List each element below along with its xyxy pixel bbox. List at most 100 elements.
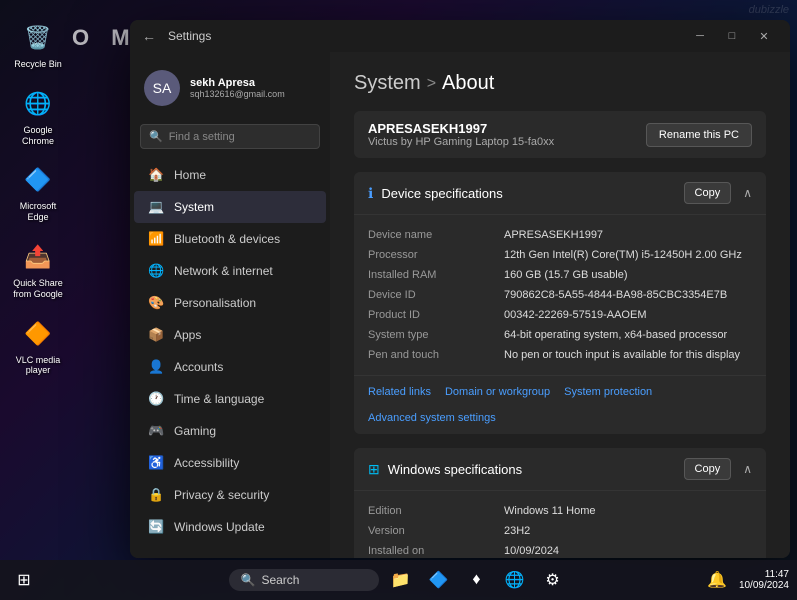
sidebar-item-network[interactable]: 🌐 Network & internet	[134, 255, 326, 287]
window-title: Settings	[168, 29, 211, 43]
sidebar-item-system[interactable]: 💻 System	[134, 191, 326, 223]
window-controls: ─ □ ✕	[686, 22, 778, 50]
device-specs-title: ℹ Device specifications	[368, 185, 503, 202]
table-row: Device ID 790862C8-5A55-4844-BA98-85CBC3…	[368, 285, 752, 305]
windows-specs-title: ⊞ Windows specifications	[368, 461, 522, 478]
desktop-icon-quick-share[interactable]: 📤 Quick Share from Google	[8, 239, 68, 300]
user-profile[interactable]: SA sekh Apresa sqh132616@gmail.com	[130, 60, 330, 116]
nav-icon-accessibility: ♿	[148, 455, 164, 471]
spec-label: Device name	[368, 229, 488, 241]
main-content: System > About APRESASEKH1997 Victus by …	[330, 52, 790, 558]
icon-image-vlc: 🔶	[20, 316, 56, 352]
search-icon: 🔍	[149, 130, 163, 143]
pc-banner: APRESASEKH1997 Victus by HP Gaming Lapto…	[354, 111, 766, 158]
nav-label-gaming: Gaming	[174, 424, 216, 438]
desktop-icon-recycle-bin[interactable]: 🗑️ Recycle Bin	[8, 20, 68, 70]
nav-label-privacy: Privacy & security	[174, 488, 269, 502]
sidebar-item-accessibility[interactable]: ♿ Accessibility	[134, 447, 326, 479]
related-link-0[interactable]: Related links	[368, 386, 431, 398]
search-placeholder: Find a setting	[169, 131, 235, 143]
nav-label-windows-update: Windows Update	[174, 520, 265, 534]
nav-label-system: System	[174, 200, 214, 214]
taskbar-chrome[interactable]: 🌐	[499, 564, 531, 596]
spec-label: Pen and touch	[368, 349, 488, 361]
taskbar-file-explorer[interactable]: 📁	[385, 564, 417, 596]
sidebar-item-apps[interactable]: 📦 Apps	[134, 319, 326, 351]
table-row: Installed on 10/09/2024	[368, 541, 752, 558]
rename-pc-button[interactable]: Rename this PC	[646, 123, 752, 147]
spec-label: Edition	[368, 505, 488, 517]
nav-icon-network: 🌐	[148, 263, 164, 279]
start-button[interactable]: ⊞	[8, 564, 40, 596]
taskbar-settings[interactable]: ⚙	[537, 564, 569, 596]
sidebar-item-home[interactable]: 🏠 Home	[134, 159, 326, 191]
breadcrumb-separator: >	[427, 75, 436, 93]
table-row: Installed RAM 160 GB (15.7 GB usable)	[368, 265, 752, 285]
nav-icon-bluetooth: 📶	[148, 231, 164, 247]
related-link-3[interactable]: Advanced system settings	[368, 412, 496, 424]
taskbar-search[interactable]: 🔍 Search	[229, 569, 379, 591]
taskbar-search-icon: 🔍	[241, 573, 256, 587]
sidebar-item-time[interactable]: 🕐 Time & language	[134, 383, 326, 415]
sidebar-item-personalisation[interactable]: 🎨 Personalisation	[134, 287, 326, 319]
taskbar-left: ⊞	[8, 564, 40, 596]
icon-image-google-chrome: 🌐	[20, 86, 56, 122]
related-link-2[interactable]: System protection	[564, 386, 652, 398]
collapse-windows-specs-button[interactable]: ∧	[743, 462, 752, 476]
sidebar-item-privacy[interactable]: 🔒 Privacy & security	[134, 479, 326, 511]
table-row: System type 64-bit operating system, x64…	[368, 325, 752, 345]
user-email: sqh132616@gmail.com	[190, 89, 285, 99]
maximize-button[interactable]: □	[718, 22, 746, 50]
spec-value: APRESASEKH1997	[504, 229, 603, 241]
collapse-device-specs-button[interactable]: ∧	[743, 186, 752, 200]
settings-body: SA sekh Apresa sqh132616@gmail.com 🔍 Fin…	[130, 52, 790, 558]
nav-icon-system: 💻	[148, 199, 164, 215]
spec-value: 00342-22269-57519-AAOEM	[504, 309, 646, 321]
spec-value: 64-bit operating system, x64-based proce…	[504, 329, 727, 341]
desktop-icon-vlc[interactable]: 🔶 VLC media player	[8, 316, 68, 377]
icon-label-recycle-bin: Recycle Bin	[14, 59, 62, 70]
nav-items: 🏠 Home 💻 System 📶 Bluetooth & devices 🌐 …	[130, 159, 330, 543]
taskbar-diamond[interactable]: ♦	[461, 564, 493, 596]
taskbar-time: 11:47 10/09/2024	[739, 569, 789, 591]
table-row: Pen and touch No pen or touch input is a…	[368, 345, 752, 365]
nav-label-time: Time & language	[174, 392, 264, 406]
breadcrumb: System	[354, 72, 421, 95]
desktop-icons: 🗑️ Recycle Bin 🌐 Google Chrome 🔷 Microso…	[8, 20, 68, 376]
close-button[interactable]: ✕	[750, 22, 778, 50]
sidebar-item-accounts[interactable]: 👤 Accounts	[134, 351, 326, 383]
nav-icon-time: 🕐	[148, 391, 164, 407]
spec-value: 160 GB (15.7 GB usable)	[504, 269, 628, 281]
sidebar-item-bluetooth[interactable]: 📶 Bluetooth & devices	[134, 223, 326, 255]
table-row: Processor 12th Gen Intel(R) Core(TM) i5-…	[368, 245, 752, 265]
desktop-icon-microsoft-edge[interactable]: 🔷 Microsoft Edge	[8, 162, 68, 223]
nav-label-network: Network & internet	[174, 264, 273, 278]
sidebar-item-windows-update[interactable]: 🔄 Windows Update	[134, 511, 326, 543]
device-specs-section: ℹ Device specifications Copy ∧ Device na…	[354, 172, 766, 434]
table-row: Edition Windows 11 Home	[368, 501, 752, 521]
nav-icon-gaming: 🎮	[148, 423, 164, 439]
user-info: sekh Apresa sqh132616@gmail.com	[190, 77, 285, 99]
spec-value: No pen or touch input is available for t…	[504, 349, 740, 361]
nav-icon-personalisation: 🎨	[148, 295, 164, 311]
device-specs-table: Device name APRESASEKH1997 Processor 12t…	[354, 215, 766, 375]
taskbar-edge[interactable]: 🔷	[423, 564, 455, 596]
sidebar: SA sekh Apresa sqh132616@gmail.com 🔍 Fin…	[130, 52, 330, 558]
copy-windows-specs-button[interactable]: Copy	[684, 458, 732, 480]
spec-label: Processor	[368, 249, 488, 261]
related-link-1[interactable]: Domain or workgroup	[445, 386, 550, 398]
minimize-button[interactable]: ─	[686, 22, 714, 50]
copy-device-specs-button[interactable]: Copy	[684, 182, 732, 204]
taskbar-search-label: Search	[261, 573, 299, 587]
sidebar-search[interactable]: 🔍 Find a setting	[140, 124, 320, 149]
table-row: Device name APRESASEKH1997	[368, 225, 752, 245]
taskbar-notification[interactable]: 🔔	[701, 564, 733, 596]
related-links: Related links Domain or workgroup System p…	[354, 375, 766, 434]
desktop-icon-google-chrome[interactable]: 🌐 Google Chrome	[8, 86, 68, 147]
back-button[interactable]: ←	[142, 28, 156, 44]
sidebar-item-gaming[interactable]: 🎮 Gaming	[134, 415, 326, 447]
spec-value: 790862C8-5A55-4844-BA98-85CBC3354E7B	[504, 289, 727, 301]
page-title: About	[442, 72, 494, 95]
page-header: System > About	[354, 72, 766, 95]
spec-value: Windows 11 Home	[504, 505, 596, 517]
